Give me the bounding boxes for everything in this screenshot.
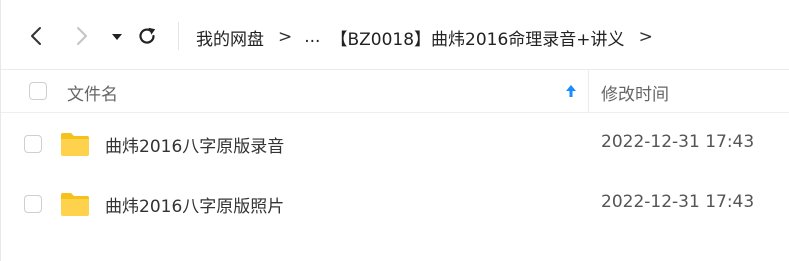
chevron-right-icon xyxy=(77,27,87,45)
refresh-icon xyxy=(139,27,156,44)
row-checkbox[interactable] xyxy=(24,135,42,153)
forward-button[interactable] xyxy=(71,25,93,47)
select-all-checkbox[interactable] xyxy=(29,82,47,100)
sort-ascending-arrow-icon[interactable] xyxy=(564,82,578,100)
chevron-left-icon xyxy=(31,27,41,45)
column-divider[interactable] xyxy=(588,70,589,113)
file-browser: 我的网盘 > ... 【BZ0018】曲炜2016命理录音+讲义 > 文件名 修… xyxy=(0,0,789,261)
folder-icon xyxy=(61,193,89,216)
column-header-modified[interactable]: 修改时间 xyxy=(601,80,669,105)
column-header-name[interactable]: 文件名 xyxy=(67,80,118,105)
table-header: 文件名 修改时间 xyxy=(1,70,789,113)
breadcrumb-root[interactable]: 我的网盘 xyxy=(196,25,264,50)
toolbar: 我的网盘 > ... 【BZ0018】曲炜2016命理录音+讲义 > xyxy=(1,0,789,70)
breadcrumb-separator: > xyxy=(638,27,653,47)
breadcrumb-separator: > xyxy=(278,27,293,47)
toolbar-divider xyxy=(178,22,179,50)
row-checkbox[interactable] xyxy=(24,195,42,213)
file-name[interactable]: 曲炜2016八字原版照片 xyxy=(105,192,284,217)
refresh-button[interactable] xyxy=(136,25,158,47)
table-row[interactable]: 曲炜2016八字原版录音 2022-12-31 17:43 xyxy=(1,114,789,174)
file-modified-time: 2022-12-31 17:43 xyxy=(601,192,755,212)
folder-icon xyxy=(61,133,89,156)
breadcrumb-current-folder[interactable]: 【BZ0018】曲炜2016命理录音+讲义 xyxy=(330,25,624,50)
back-button[interactable] xyxy=(25,25,47,47)
history-dropdown-button[interactable] xyxy=(109,25,125,47)
file-modified-time: 2022-12-31 17:43 xyxy=(601,132,755,152)
breadcrumb: 我的网盘 > ... 【BZ0018】曲炜2016命理录音+讲义 > xyxy=(196,24,665,50)
file-name[interactable]: 曲炜2016八字原版录音 xyxy=(105,132,284,157)
caret-down-icon xyxy=(112,34,122,40)
table-row[interactable]: 曲炜2016八字原版照片 2022-12-31 17:43 xyxy=(1,174,789,234)
breadcrumb-ellipsis[interactable]: ... xyxy=(304,27,320,47)
